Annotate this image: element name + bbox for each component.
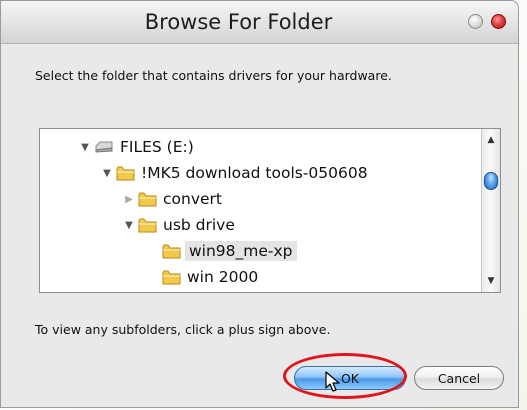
tree-item-usb-drive[interactable]: ▼ usb drive — [120, 213, 235, 237]
tree-item-files-drive[interactable]: ▼ FILES (E:) — [76, 135, 194, 159]
tree-item-label: convert — [163, 190, 222, 208]
tree-item-label: usb drive — [163, 216, 235, 234]
tree-item-win-2000[interactable]: win 2000 — [162, 265, 258, 289]
folder-icon — [138, 218, 157, 232]
title-bar[interactable]: Browse For Folder — [1, 1, 518, 44]
expanded-arrow-icon[interactable]: ▼ — [76, 142, 94, 153]
close-button[interactable] — [491, 14, 506, 29]
cancel-button[interactable]: Cancel — [414, 366, 504, 390]
tree-item-label: FILES (E:) — [120, 138, 194, 156]
mouse-pointer-icon — [325, 371, 340, 392]
tree-item-label: !MK5 download tools-050608 — [141, 164, 368, 182]
folder-icon — [116, 166, 135, 180]
ok-button[interactable]: OK — [294, 366, 406, 390]
folder-icon — [162, 270, 181, 284]
folder-icon — [138, 192, 157, 206]
tree-item-convert[interactable]: ▶ convert — [120, 187, 222, 211]
tree-item-label: win98_me-xp — [185, 241, 297, 261]
folder-icon — [162, 244, 181, 258]
scroll-thumb[interactable] — [484, 172, 498, 190]
tree-item-win98-me-xp[interactable]: win98_me-xp — [162, 239, 297, 263]
scroll-down-arrow-icon[interactable]: ▼ — [483, 273, 499, 289]
scroll-up-arrow-icon[interactable]: ▲ — [483, 132, 499, 148]
dialog-title: Browse For Folder — [144, 10, 333, 34]
subfolder-hint-text: To view any subfolders, click a plus sig… — [35, 322, 331, 337]
vertical-scrollbar[interactable]: ▲ ▼ — [481, 129, 500, 292]
expanded-arrow-icon[interactable]: ▼ — [120, 220, 138, 231]
browse-for-folder-dialog: Browse For Folder Select the folder that… — [0, 0, 519, 408]
collapsed-arrow-icon[interactable]: ▶ — [120, 194, 138, 205]
drive-icon — [95, 141, 113, 153]
tree-item-label: win 2000 — [187, 268, 259, 286]
folder-tree[interactable]: ▼ FILES (E:) ▼ !MK5 download tools-05060… — [39, 128, 501, 293]
instruction-text: Select the folder that contains drivers … — [35, 68, 392, 83]
expanded-arrow-icon[interactable]: ▼ — [98, 168, 116, 179]
minimize-button[interactable] — [468, 14, 483, 29]
tree-item-mk5-download-tools[interactable]: ▼ !MK5 download tools-050608 — [98, 161, 368, 185]
